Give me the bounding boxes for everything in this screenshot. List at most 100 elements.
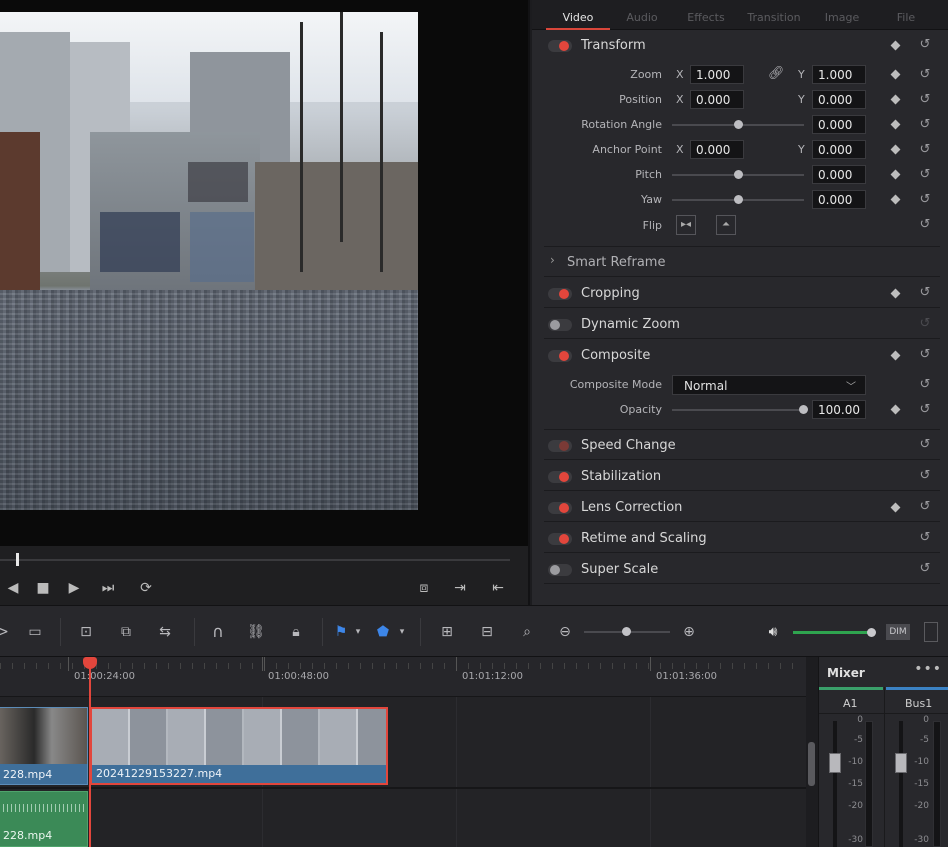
- replace-clip-icon[interactable]: ⇆: [150, 622, 180, 642]
- tab-transition[interactable]: Transition: [742, 0, 806, 30]
- transform-toggle[interactable]: [548, 40, 572, 52]
- keyframe-icon[interactable]: [890, 404, 901, 415]
- super-scale-toggle[interactable]: [548, 564, 572, 576]
- rotation-field[interactable]: 0.000: [812, 115, 866, 134]
- timeline-zoom-slider[interactable]: [584, 627, 670, 636]
- reset-icon[interactable]: ↺: [918, 469, 932, 483]
- dynamic-trim-icon[interactable]: ▭: [22, 622, 48, 642]
- viewer-canvas[interactable]: [0, 0, 528, 546]
- section-dynamic-zoom[interactable]: Dynamic Zoom ↺: [544, 309, 940, 339]
- reset-icon[interactable]: ↺: [918, 378, 932, 392]
- video-clip[interactable]: 228.mp4: [0, 707, 88, 785]
- fader-bus1[interactable]: 0 -5 -10 -15 -20 -30: [885, 715, 945, 847]
- reset-icon[interactable]: ↺: [918, 143, 932, 157]
- trim-tool-icon[interactable]: ⊳: [0, 622, 10, 642]
- match-frame-icon[interactable]: ⧈: [414, 578, 434, 598]
- playhead[interactable]: [89, 657, 91, 847]
- section-retime-scaling[interactable]: Retime and Scaling ↺: [544, 523, 940, 553]
- keyframe-icon[interactable]: [890, 69, 901, 80]
- rotation-slider[interactable]: [672, 120, 804, 129]
- tab-audio[interactable]: Audio: [610, 0, 674, 30]
- reset-icon[interactable]: ↺: [918, 38, 932, 52]
- chevron-right-icon[interactable]: ›: [550, 253, 555, 267]
- cropping-toggle[interactable]: [548, 288, 572, 300]
- volume-slider[interactable]: [793, 628, 876, 637]
- reset-icon[interactable]: ↺: [918, 168, 932, 182]
- snapping-icon[interactable]: ∩: [208, 622, 228, 642]
- timeline-scrollbar[interactable]: [806, 657, 818, 847]
- stop-icon[interactable]: ■: [33, 578, 53, 598]
- opacity-slider[interactable]: [672, 405, 808, 414]
- reset-icon[interactable]: ↺: [918, 403, 932, 417]
- audio-clip[interactable]: 228.mp4: [0, 791, 88, 847]
- keyframe-icon[interactable]: [890, 350, 901, 361]
- reset-icon[interactable]: ↺: [918, 193, 932, 207]
- composite-toggle[interactable]: [548, 350, 572, 362]
- section-cropping[interactable]: Cropping ↺: [544, 278, 940, 308]
- next-clip-icon[interactable]: ⏭: [96, 578, 120, 598]
- reset-icon[interactable]: ↺: [918, 118, 932, 132]
- keyframe-icon[interactable]: [890, 119, 901, 130]
- yaw-slider[interactable]: [672, 195, 804, 204]
- linked-selection-icon[interactable]: ⛓︎: [246, 622, 266, 642]
- tab-video[interactable]: Video: [546, 0, 610, 30]
- section-stabilization[interactable]: Stabilization ↺: [544, 461, 940, 491]
- zoom-in-icon[interactable]: ⊕: [682, 622, 696, 642]
- position-y-field[interactable]: 0.000: [812, 90, 866, 109]
- keyframe-icon[interactable]: [890, 502, 901, 513]
- zoom-full-icon[interactable]: ⊞: [432, 622, 462, 642]
- overwrite-clip-icon[interactable]: ⧉: [112, 622, 140, 642]
- retime-toggle[interactable]: [548, 533, 572, 545]
- keyframe-icon[interactable]: [890, 288, 901, 299]
- composite-mode-select[interactable]: Normal ﹀: [672, 375, 866, 395]
- keyframe-icon[interactable]: [890, 40, 901, 51]
- section-transform[interactable]: Transform ↺: [544, 30, 940, 60]
- zoom-custom-icon[interactable]: ⌕: [512, 622, 542, 642]
- keyframe-icon[interactable]: [890, 194, 901, 205]
- mixer-toggle-icon[interactable]: [924, 622, 938, 642]
- section-super-scale[interactable]: Super Scale ↺: [544, 554, 940, 584]
- flip-vertical-icon[interactable]: ⏶: [716, 215, 736, 235]
- dim-button[interactable]: DIM: [886, 624, 910, 640]
- position-lock-icon[interactable]: 🔒︎: [286, 622, 306, 642]
- link-icon[interactable]: 🔗︎: [768, 66, 785, 81]
- tab-effects[interactable]: Effects: [674, 0, 738, 30]
- more-options-icon[interactable]: •••: [914, 661, 942, 677]
- dynamic-zoom-toggle[interactable]: [548, 319, 572, 331]
- anchor-y-field[interactable]: 0.000: [812, 140, 866, 159]
- section-smart-reframe[interactable]: › Smart Reframe: [544, 247, 940, 277]
- reset-icon[interactable]: ↺: [918, 531, 932, 545]
- reset-icon[interactable]: ↺: [918, 286, 932, 300]
- reset-icon[interactable]: ↺: [918, 93, 932, 107]
- loop-icon[interactable]: ⟳: [136, 578, 156, 598]
- reset-icon[interactable]: ↺: [918, 562, 932, 576]
- mark-out-icon[interactable]: ⇥: [450, 578, 470, 598]
- zoom-y-field[interactable]: 1.000: [812, 65, 866, 84]
- speaker-icon[interactable]: 🔊︎: [764, 622, 782, 642]
- tab-image[interactable]: Image: [810, 0, 874, 30]
- flip-horizontal-icon[interactable]: ▸◂: [676, 215, 696, 235]
- section-speed-change[interactable]: Speed Change ↺: [544, 430, 940, 460]
- chevron-down-icon[interactable]: ▾: [352, 622, 364, 642]
- chevron-down-icon[interactable]: ▾: [396, 622, 408, 642]
- reset-icon[interactable]: ↺: [918, 500, 932, 514]
- section-lens-correction[interactable]: Lens Correction ↺: [544, 492, 940, 522]
- step-back-icon[interactable]: ◀: [3, 578, 23, 598]
- reset-icon[interactable]: ↺: [918, 438, 932, 452]
- section-composite[interactable]: Composite ↺: [544, 340, 940, 370]
- lens-correction-toggle[interactable]: [548, 502, 572, 514]
- marker-icon[interactable]: ⬟: [376, 622, 390, 642]
- opacity-field[interactable]: 100.00: [812, 400, 866, 419]
- reset-icon[interactable]: ↺: [918, 218, 932, 232]
- zoom-out-icon[interactable]: ⊖: [558, 622, 572, 642]
- keyframe-icon[interactable]: [890, 144, 901, 155]
- pitch-field[interactable]: 0.000: [812, 165, 866, 184]
- play-icon[interactable]: ▶: [64, 578, 84, 598]
- viewer-scrubber[interactable]: [0, 553, 510, 567]
- reset-icon[interactable]: ↺: [918, 68, 932, 82]
- keyframe-icon[interactable]: [890, 169, 901, 180]
- fader-a1-handle[interactable]: [829, 753, 841, 773]
- stabilization-toggle[interactable]: [548, 471, 572, 483]
- yaw-field[interactable]: 0.000: [812, 190, 866, 209]
- keyframe-icon[interactable]: [890, 94, 901, 105]
